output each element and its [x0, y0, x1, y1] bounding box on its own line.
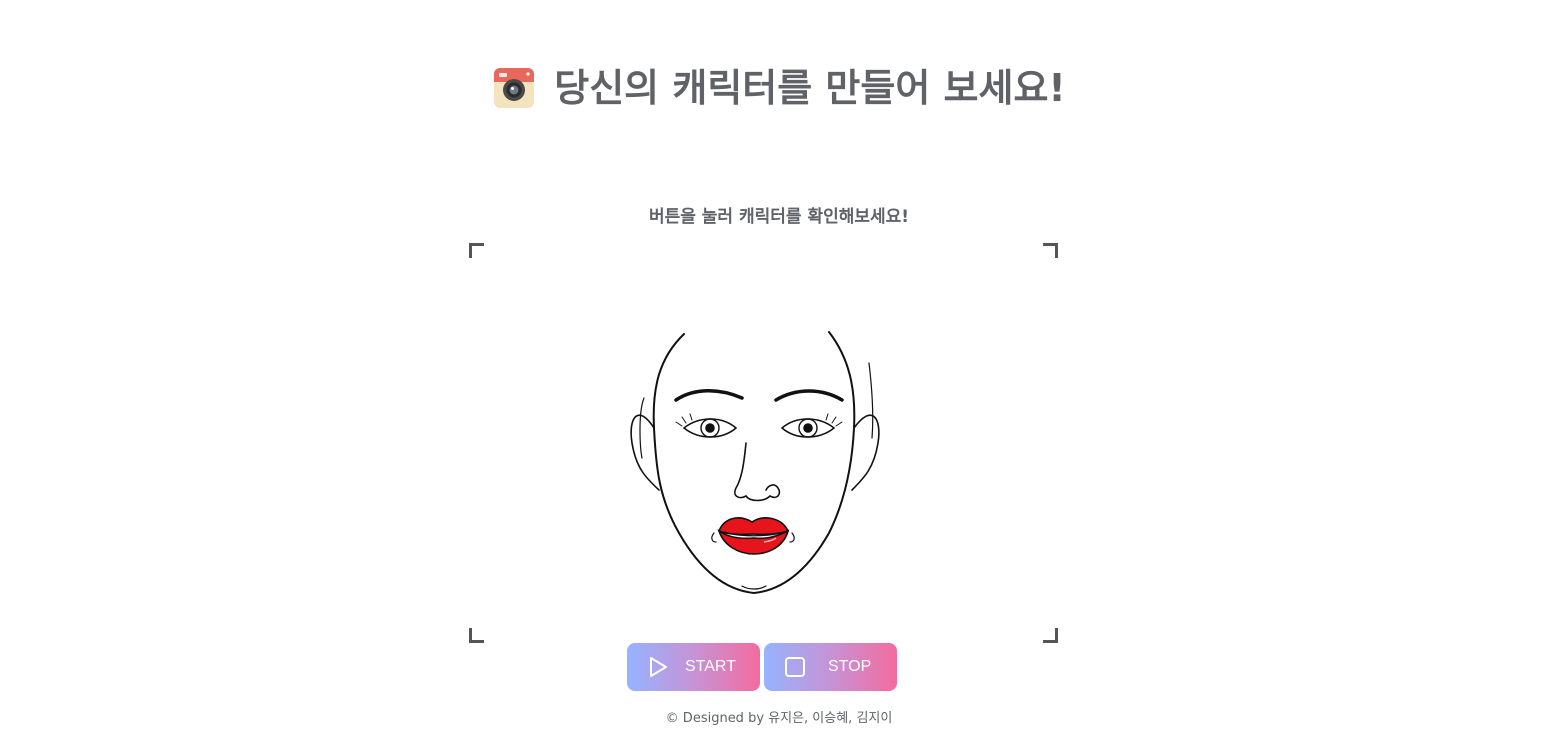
lips-icon	[717, 517, 790, 555]
frame-corner-bottom-left	[469, 628, 484, 643]
title-row: 당신의 캐릭터를 만들어 보세요!	[0, 60, 1558, 116]
subtitle: 버튼을 눌러 캐릭터를 확인해보세요!	[648, 207, 910, 227]
play-icon	[647, 656, 669, 678]
start-label: START	[685, 658, 736, 675]
page-title: 당신의 캐릭터를 만들어 보세요!	[554, 66, 1066, 110]
camera-icon	[492, 66, 536, 110]
stop-label: STOP	[828, 658, 872, 675]
control-buttons: START STOP	[627, 643, 897, 691]
face-sketch-image	[630, 331, 880, 595]
start-button[interactable]: START	[627, 643, 760, 691]
camera-frame	[469, 243, 1058, 643]
frame-corner-top-right	[1043, 243, 1058, 258]
stop-button[interactable]: STOP	[764, 643, 897, 691]
stop-icon	[784, 656, 806, 678]
frame-corner-bottom-right	[1043, 628, 1058, 643]
page: 당신의 캐릭터를 만들어 보세요! 버튼을 눌러 캐릭터를 확인해보세요! ST…	[0, 0, 1558, 738]
frame-corner-top-left	[469, 243, 484, 258]
footer-credits: © Designed by 유지은, 이승혜, 김지이	[665, 711, 893, 726]
